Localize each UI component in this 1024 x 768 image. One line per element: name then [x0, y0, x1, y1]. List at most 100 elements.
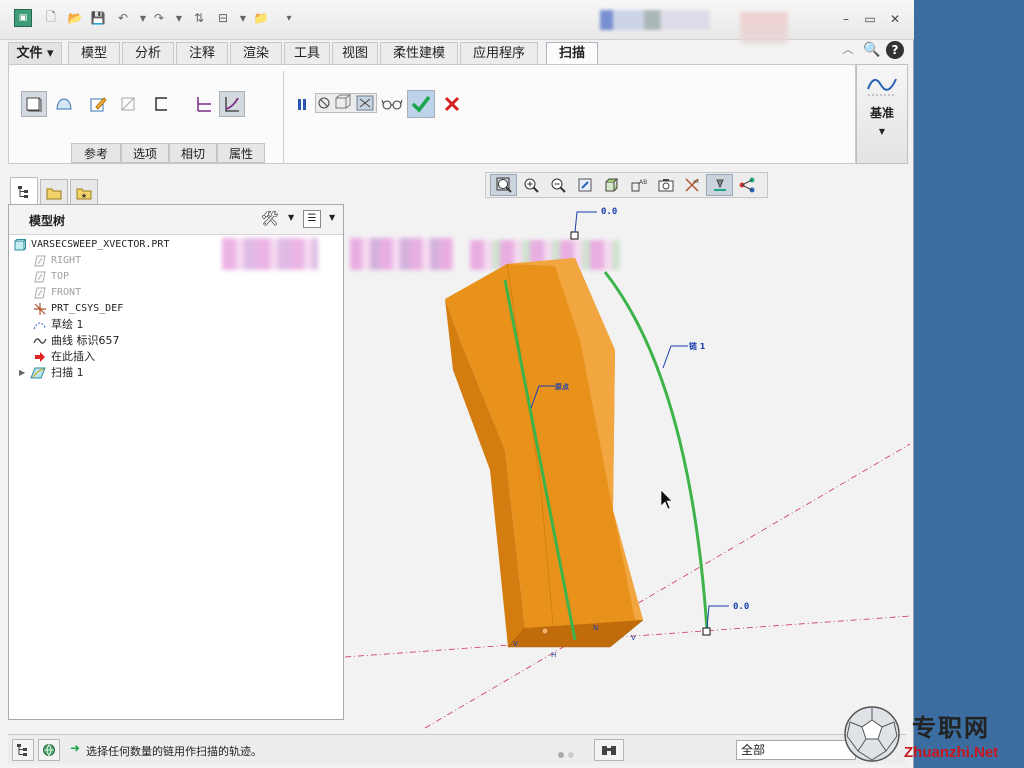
tree-item-csys[interactable]: PRT_CSYS_DEF: [33, 301, 123, 317]
undo-icon[interactable]: ↶: [114, 9, 132, 27]
selection-filter-value: 全部: [741, 743, 766, 757]
title-bar: ▣ 🗋 📂 💾 ↶ ▼ ↷ ▼ ⇅ ⊟ ▼ 📁 ▾ – ▭ ✕: [0, 0, 914, 44]
tree-filter-icon[interactable]: ☰: [303, 210, 321, 228]
redo-icon[interactable]: ↷: [150, 9, 168, 27]
datum-plane-icon: [33, 286, 47, 300]
restore-icon[interactable]: ▭: [862, 12, 878, 26]
spin-center-icon[interactable]: [733, 174, 760, 196]
search-icon[interactable]: 🔍: [862, 40, 882, 60]
tab-model-tree[interactable]: [10, 177, 38, 205]
status-bar: ➜ 选择任何数量的链用作扫描的轨迹。 全部: [8, 734, 906, 764]
tree-item-label: 扫描 1: [51, 366, 84, 379]
tab-annotate[interactable]: 注释: [176, 42, 228, 64]
customize-toolbar-icon[interactable]: ▾: [280, 9, 298, 27]
start-point-handle[interactable]: [570, 231, 579, 240]
solid-icon[interactable]: [21, 91, 47, 117]
tree-item-right[interactable]: RIGHT: [33, 253, 81, 269]
tab-tools[interactable]: 工具: [284, 42, 330, 64]
tree-item-sweep[interactable]: ▶ 扫描 1: [19, 365, 84, 381]
saved-orientations-icon[interactable]: AB: [625, 174, 652, 196]
leader-line: [706, 605, 729, 629]
origin-point: [541, 627, 549, 635]
cancel-x-icon[interactable]: [439, 91, 465, 117]
variable-section-icon[interactable]: [219, 91, 245, 117]
curve-icon: [33, 334, 47, 348]
repaint-icon[interactable]: [571, 174, 598, 196]
tree-item-front[interactable]: FRONT: [33, 285, 81, 301]
tab-sweep[interactable]: 扫描: [546, 42, 598, 65]
subtab-options[interactable]: 选项: [121, 143, 169, 163]
tab-analysis[interactable]: 分析: [122, 42, 174, 64]
constant-section-icon[interactable]: [191, 91, 217, 117]
find-icon[interactable]: [594, 739, 624, 761]
subtab-properties[interactable]: 属性: [217, 143, 265, 163]
application-window: ▣ 🗋 📂 💾 ↶ ▼ ↷ ▼ ⇅ ⊟ ▼ 📁 ▾ – ▭ ✕ 文件 ▾ 模型 …: [0, 0, 914, 768]
collapse-ribbon-icon[interactable]: ︿: [838, 40, 858, 60]
tab-applications-label: 应用程序: [472, 46, 525, 61]
tree-item-label: 曲线 标识657: [51, 334, 120, 347]
navigator-toggle-icon[interactable]: [12, 739, 34, 761]
regenerate-icon[interactable]: ⇅: [190, 9, 208, 27]
v-marker: V: [513, 640, 518, 648]
display-style-icon[interactable]: [598, 174, 625, 196]
app-icon[interactable]: ▣: [14, 9, 32, 27]
pause-icon[interactable]: [289, 91, 315, 117]
sweep-icon: [29, 366, 47, 380]
origin-label: 原点: [555, 382, 569, 391]
ribbon-panel: 参考 选项 相切 属性: [8, 64, 856, 164]
subtab-properties-label: 属性: [228, 147, 253, 161]
tree-settings-icon[interactable]: 🛠: [261, 211, 279, 227]
view-manager-icon[interactable]: [652, 174, 679, 196]
tab-file[interactable]: 文件 ▾: [8, 42, 62, 64]
save-icon[interactable]: 💾: [89, 9, 107, 27]
windows-icon[interactable]: ⊟: [214, 9, 232, 27]
datum-display-icon[interactable]: xx: [679, 174, 706, 196]
tree-item-sketch[interactable]: 草绘 1: [33, 317, 84, 333]
refit-icon[interactable]: [490, 174, 517, 196]
tree-filter-dropdown-icon[interactable]: ▼: [329, 213, 335, 222]
tab-flexible-modeling[interactable]: 柔性建模: [380, 42, 458, 64]
tree-item-curve[interactable]: 曲线 标识657: [33, 333, 120, 349]
surface-icon[interactable]: [51, 91, 77, 117]
annotation-display-icon[interactable]: [706, 174, 733, 196]
confirm-icon[interactable]: [407, 90, 435, 118]
subtab-references[interactable]: 参考: [71, 143, 121, 163]
thicken-icon[interactable]: [149, 91, 175, 117]
selection-filter[interactable]: 全部: [736, 740, 856, 760]
close-window-icon[interactable]: 📁: [252, 9, 270, 27]
windows-dropdown-icon[interactable]: ▼: [234, 9, 252, 27]
tab-view[interactable]: 视图: [332, 42, 378, 64]
tree-item-part[interactable]: VARSECSWEEP_XVECTOR.PRT: [13, 237, 169, 253]
redo-dropdown-icon[interactable]: ▼: [170, 9, 188, 27]
datum-group-button[interactable]: 基准 ▼: [856, 64, 908, 164]
tab-folder-browser[interactable]: [40, 179, 68, 205]
tab-favorites[interactable]: ★: [70, 179, 98, 205]
help-icon[interactable]: ?: [886, 41, 904, 59]
datum-plane-icon: [33, 270, 47, 284]
swept-solid[interactable]: [445, 258, 644, 648]
tab-model[interactable]: 模型: [68, 42, 120, 64]
minimize-icon[interactable]: –: [838, 12, 854, 26]
new-file-icon[interactable]: 🗋: [42, 9, 60, 27]
sketch-edit-icon[interactable]: [85, 91, 111, 117]
zoom-out-icon[interactable]: [544, 174, 571, 196]
subtab-tangency[interactable]: 相切: [169, 143, 217, 163]
graphics-viewport[interactable]: 0.0 0.0 链 1 原点 V H N V: [345, 200, 913, 730]
end-point-handle[interactable]: [702, 627, 711, 636]
zoom-in-icon[interactable]: [517, 174, 544, 196]
tab-render[interactable]: 渲染: [230, 42, 282, 64]
tree-item-insert-here[interactable]: 在此插入: [33, 349, 95, 365]
chain-label: 链 1: [689, 341, 706, 351]
sketch-icon: [33, 318, 47, 332]
remove-material-icon[interactable]: [115, 91, 141, 117]
preview-options-group: [315, 93, 377, 113]
tab-annotate-label: 注释: [188, 46, 215, 61]
tree-settings-dropdown-icon[interactable]: ▼: [288, 213, 294, 222]
verify-glasses-icon[interactable]: [379, 91, 405, 117]
close-icon[interactable]: ✕: [887, 12, 903, 26]
open-file-icon[interactable]: 📂: [66, 9, 84, 27]
tree-item-top[interactable]: TOP: [33, 269, 69, 285]
tab-applications[interactable]: 应用程序: [460, 42, 538, 64]
browser-toggle-icon[interactable]: [38, 739, 60, 761]
expand-arrow-icon[interactable]: ▶: [19, 365, 25, 381]
